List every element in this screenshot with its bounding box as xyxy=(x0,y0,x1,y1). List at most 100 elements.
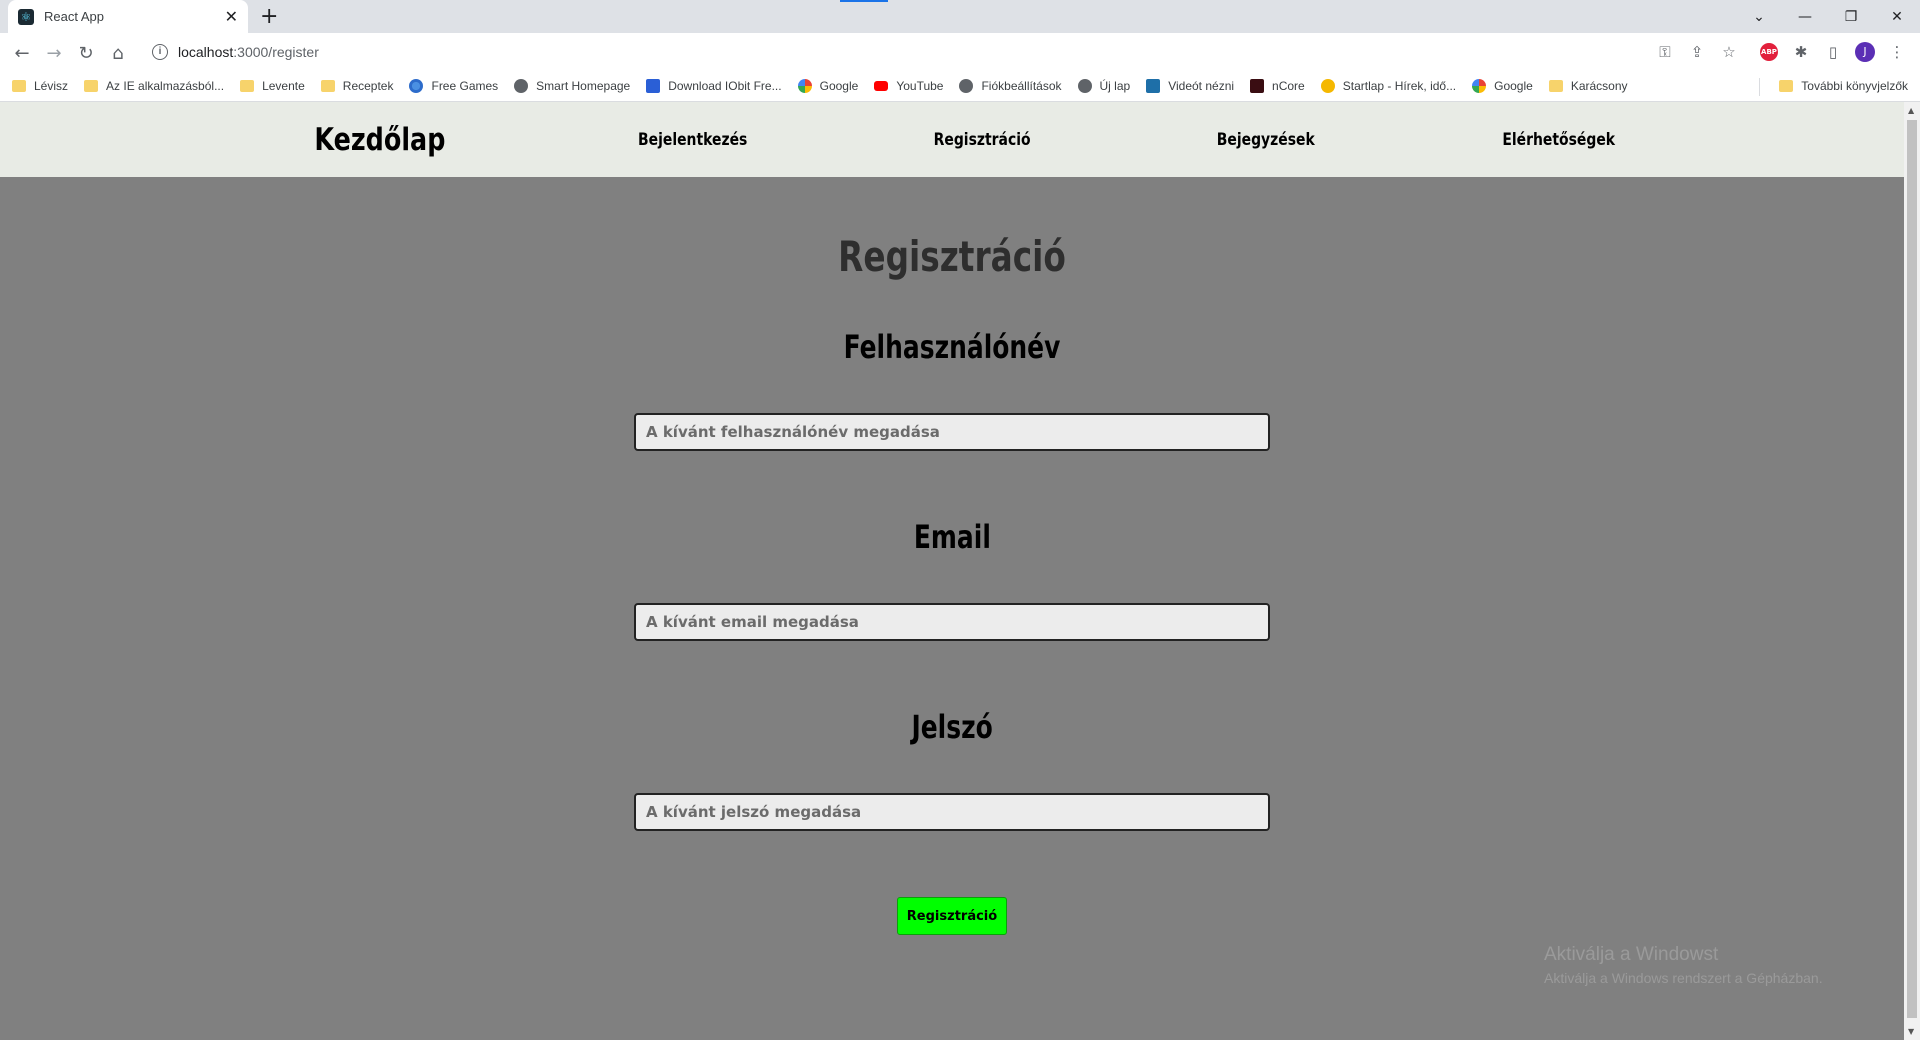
site-navbar: Kezdőlap Bejelentkezés Regisztráció Beje… xyxy=(0,102,1904,177)
bookmark-item[interactable]: Receptek xyxy=(320,79,394,93)
forward-button[interactable]: → xyxy=(42,41,66,65)
password-input[interactable] xyxy=(634,793,1270,831)
globe-icon xyxy=(1077,79,1092,93)
username-input[interactable] xyxy=(634,413,1270,451)
page-title: Regisztráció xyxy=(838,232,1066,281)
password-key-icon[interactable]: ⚿ xyxy=(1654,41,1676,63)
username-label: Felhasználónév xyxy=(843,328,1061,366)
google-icon xyxy=(797,79,812,93)
bookmark-label: Free Games xyxy=(431,79,499,93)
bookmark-label: Új lap xyxy=(1099,79,1131,93)
bookmark-label: Google xyxy=(1494,79,1533,93)
folder-icon xyxy=(84,80,99,92)
restore-button[interactable]: ❐ xyxy=(1828,0,1874,33)
extensions-icon[interactable]: ✱ xyxy=(1790,41,1812,63)
globe-icon xyxy=(514,79,529,93)
back-button[interactable]: ← xyxy=(10,41,34,65)
watermark-subtitle: Aktiválja a Windows rendszert a Gépházba… xyxy=(1544,970,1823,986)
close-window-button[interactable]: ✕ xyxy=(1874,0,1920,33)
address-bar[interactable]: i localhost:3000/register xyxy=(142,37,1752,67)
bookmark-label: nCore xyxy=(1272,79,1305,93)
page-content: Kezdőlap Bejelentkezés Regisztráció Beje… xyxy=(0,102,1904,1040)
bookmark-label: Smart Homepage xyxy=(536,79,631,93)
tab-close-icon[interactable]: ✕ xyxy=(225,7,238,26)
y-icon xyxy=(1146,79,1161,93)
browser-tab[interactable]: ⚛ React App ✕ xyxy=(8,0,248,33)
bookmark-label: Levente xyxy=(262,79,305,93)
register-button[interactable]: Regisztráció xyxy=(897,897,1007,935)
bookmark-item[interactable]: Fiókbeállítások xyxy=(959,79,1062,93)
firefox-icon xyxy=(409,79,424,93)
iobit-icon xyxy=(646,79,661,93)
nav-login-link[interactable]: Bejelentkezés xyxy=(638,102,747,177)
startlap-icon xyxy=(1320,79,1335,93)
nav-home-link[interactable]: Kezdőlap xyxy=(314,102,445,177)
browser-toolbar: ← → ↻ ⌂ i localhost:3000/register ⚿ ⇪ ☆ … xyxy=(0,33,1920,71)
youtube-icon xyxy=(874,81,889,91)
bookmark-label: Lévisz xyxy=(34,79,69,93)
bookmark-item[interactable]: Új lap xyxy=(1077,79,1131,93)
side-panel-icon[interactable]: ▯ xyxy=(1822,41,1844,63)
bookmark-item[interactable]: Videót nézni xyxy=(1146,79,1234,93)
scroll-up-icon[interactable]: ▲ xyxy=(1908,106,1914,115)
profile-avatar[interactable]: J xyxy=(1854,41,1876,63)
bookmark-label: YouTube xyxy=(896,79,944,93)
folder-icon xyxy=(320,80,335,92)
email-label: Email xyxy=(913,518,991,556)
bookmark-item[interactable]: Google xyxy=(1472,79,1533,93)
bookmark-item[interactable]: nCore xyxy=(1250,79,1305,93)
nav-register-link[interactable]: Regisztráció xyxy=(934,102,1031,177)
bookmark-item[interactable]: Lévisz xyxy=(12,79,68,93)
tab-strip-indicator xyxy=(840,0,888,2)
adblock-plus-icon[interactable]: ABP xyxy=(1758,41,1780,63)
home-button[interactable]: ⌂ xyxy=(106,41,130,65)
other-bookmarks[interactable]: További könyvjelzők xyxy=(1779,79,1908,93)
bookmark-item[interactable]: YouTube xyxy=(874,79,943,93)
folder-icon xyxy=(1779,80,1794,92)
folder-icon xyxy=(12,80,26,92)
other-bookmarks-label: További könyvjelzők xyxy=(1801,79,1908,93)
bookmark-item[interactable]: Startlap - Hírek, idő... xyxy=(1320,79,1457,93)
bookmark-item[interactable]: Az IE alkalmazásból... xyxy=(84,79,224,93)
new-tab-button[interactable]: + xyxy=(260,4,278,29)
address-url[interactable]: localhost:3000/register xyxy=(178,44,319,60)
reload-button[interactable]: ↻ xyxy=(74,41,98,65)
nav-contacts-link[interactable]: Elérhetőségek xyxy=(1502,102,1615,177)
password-label: Jelszó xyxy=(911,708,993,746)
bookmarks-bar: Lévisz Az IE alkalmazásból... Levente Recep… xyxy=(0,71,1920,102)
share-icon[interactable]: ⇪ xyxy=(1686,41,1708,63)
menu-icon[interactable]: ⋮ xyxy=(1886,41,1908,63)
bookmark-item[interactable]: Smart Homepage xyxy=(514,79,630,93)
bookmark-label: Receptek xyxy=(342,79,394,93)
bookmark-label: Videót nézni xyxy=(1168,79,1235,93)
minimize-button[interactable]: — xyxy=(1782,0,1828,33)
ncore-icon xyxy=(1250,79,1265,93)
bookmarks-separator xyxy=(1759,78,1760,96)
bookmark-label: Az IE alkalmazásból... xyxy=(106,79,225,93)
bookmark-item[interactable]: Free Games xyxy=(409,79,498,93)
google-icon xyxy=(1472,79,1487,93)
windows-activation-watermark: Aktiválja a Windowst Aktiválja a Windows… xyxy=(1544,944,1823,986)
email-input[interactable] xyxy=(634,603,1270,641)
page-scrollbar[interactable]: ▲ ▼ xyxy=(1904,102,1920,1040)
watermark-title: Aktiválja a Windowst xyxy=(1544,944,1719,965)
bookmark-label: Download IObit Fre... xyxy=(668,79,782,93)
bookmark-item[interactable]: Karácsony xyxy=(1548,79,1628,93)
scroll-thumb[interactable] xyxy=(1907,120,1917,1018)
folder-icon xyxy=(1548,80,1563,92)
folder-icon xyxy=(240,80,255,92)
bookmark-item[interactable]: Levente xyxy=(240,79,305,93)
bookmark-star-icon[interactable]: ☆ xyxy=(1718,41,1740,63)
bookmark-label: Startlap - Hírek, idő... xyxy=(1342,79,1457,93)
bookmark-item[interactable]: Google xyxy=(797,79,858,93)
tab-search-icon[interactable]: ⌄ xyxy=(1736,0,1782,33)
globe-icon xyxy=(959,79,974,93)
bookmark-label: Karácsony xyxy=(1570,79,1628,93)
scroll-down-icon[interactable]: ▼ xyxy=(1908,1027,1914,1036)
bookmark-item[interactable]: Download IObit Fre... xyxy=(646,79,782,93)
site-info-icon[interactable]: i xyxy=(152,44,168,60)
bookmark-label: Fiókbeállítások xyxy=(981,79,1062,93)
nav-posts-link[interactable]: Bejegyzések xyxy=(1217,102,1315,177)
tab-title: React App xyxy=(44,9,104,24)
react-icon: ⚛ xyxy=(18,8,34,25)
